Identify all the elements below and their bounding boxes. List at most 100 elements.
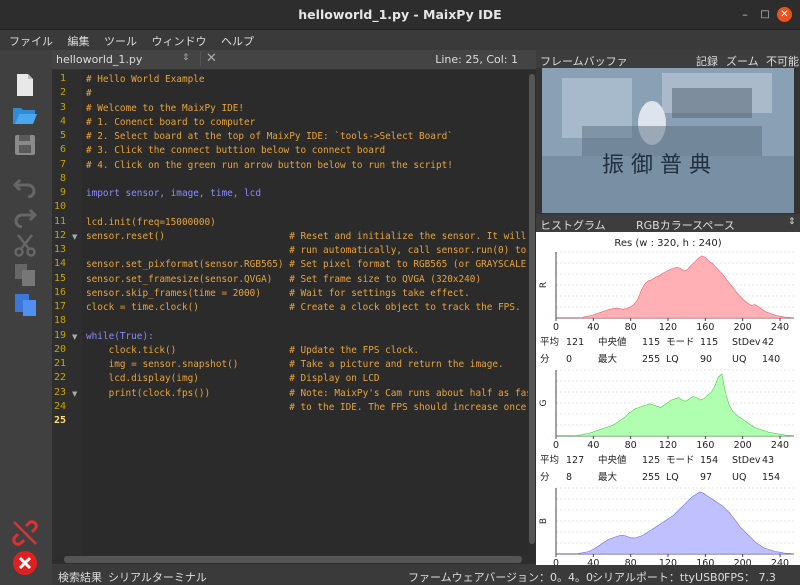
stat-l1: 分	[540, 472, 550, 483]
zoom-button[interactable]: ズーム	[726, 53, 759, 69]
stat-l4: UQ	[732, 354, 746, 365]
stat-v3: 154	[700, 455, 718, 466]
menu-edit[interactable]: 編集	[68, 30, 90, 49]
horizontal-scrollbar[interactable]	[52, 555, 536, 564]
stat-v4: 154	[762, 472, 780, 483]
menu-tools[interactable]: ツール	[104, 30, 137, 49]
menu-help[interactable]: ヘルプ	[221, 30, 254, 49]
vertical-scrollbar[interactable]	[528, 70, 536, 555]
tick-label: 0	[553, 558, 559, 565]
new-file-icon[interactable]	[12, 72, 38, 98]
tab-close-icon[interactable]: ✕	[200, 51, 217, 66]
tick-label: 80	[625, 440, 637, 451]
stat-l2: 中央値	[598, 454, 627, 466]
histogram-chart: Res (w : 320, h : 240)R0 40 80 120 160 200 240…	[539, 238, 795, 584]
firmware-version: ファームウェアバージョン：0。4。0	[408, 571, 594, 584]
code-line[interactable]: clock.tick() # Update the FPS clock.	[86, 345, 419, 356]
code-line[interactable]: lcd.init(freq=15000000)	[86, 217, 216, 228]
line-number: 20	[53, 343, 66, 355]
tick-label: 240	[771, 440, 789, 451]
code-editor[interactable]: # Hello World Example # # Welcome to the M…	[82, 70, 528, 555]
code-line[interactable]: #	[86, 88, 92, 99]
fold-marker-icon[interactable]: ▼	[72, 233, 77, 241]
image-text: 振 御 普 典	[602, 153, 711, 178]
stat-l2: 最大	[598, 471, 618, 483]
right-panel: フレームバッファ 記録 ズーム 不可能 振 御 普 典 ヒストグラム RGBカラ…	[536, 50, 800, 584]
histogram-area	[556, 255, 795, 319]
code-line[interactable]: # Hello World Example	[86, 74, 205, 85]
fold-marker-icon[interactable]: ▼	[72, 333, 77, 341]
stat-v4: 140	[762, 354, 780, 365]
stat-v1: 121	[566, 337, 584, 348]
tab-switch-icon[interactable]: ⇕	[182, 53, 190, 63]
channel-label: G	[539, 399, 549, 406]
tick-label: 0	[553, 440, 559, 451]
save-icon[interactable]	[12, 132, 38, 158]
line-number: 17	[53, 301, 66, 312]
cut-icon[interactable]	[12, 232, 38, 258]
line-number: 7	[59, 158, 66, 170]
stop-icon[interactable]	[12, 550, 38, 576]
line-number: 8	[59, 172, 66, 184]
tick-label: 40	[587, 440, 599, 451]
code-line[interactable]: # 2. Select board at the top of MaixPy I…	[86, 131, 453, 142]
histogram-panel: Res (w : 320, h : 240) R 0 40 80 120 160 200 240…	[536, 232, 800, 584]
code-line[interactable]: # 4. Click on the green run arrow button…	[86, 160, 453, 171]
copy-icon[interactable]	[12, 262, 38, 288]
scroll-thumb[interactable]	[64, 556, 522, 563]
code-line[interactable]: while(True):	[86, 331, 154, 342]
menu-bar: ファイル 編集 ツール ウィンドウ ヘルプ	[0, 30, 800, 50]
tick-label: 240	[771, 558, 789, 565]
code-line[interactable]: sensor.reset() # Reset and initialize th…	[86, 231, 526, 242]
record-button[interactable]: 記録	[696, 53, 718, 69]
tick-label: 160	[696, 440, 714, 451]
code-line[interactable]: # Welcome to the MaixPy IDE!	[86, 103, 244, 114]
tick-label: 200	[734, 322, 752, 333]
framebuffer-image: 振 御 普 典	[542, 68, 794, 213]
disconnect-icon[interactable]	[12, 520, 38, 546]
code-line[interactable]: clock = time.clock() # Create a clock ob…	[86, 302, 521, 313]
stat-v1: 0	[566, 354, 572, 365]
code-line[interactable]: import sensor, image, time, lcd	[86, 188, 261, 199]
menu-file[interactable]: ファイル	[9, 30, 53, 49]
tick-label: 120	[659, 440, 677, 451]
close-button[interactable]: ✕	[777, 7, 792, 22]
open-folder-icon[interactable]	[12, 102, 38, 128]
stat-v1: 127	[566, 455, 584, 466]
colorspace-select[interactable]: RGBカラースペース	[636, 217, 735, 233]
disable-button[interactable]: 不可能	[766, 53, 799, 69]
stat-l3: LQ	[666, 472, 679, 483]
code-line[interactable]: print(clock.fps()) # Note: MaixPy's Cam …	[86, 388, 528, 399]
title-bar: helloworld_1.py - MaixPy IDE – □ ✕	[0, 0, 800, 30]
channel-label: R	[539, 282, 549, 288]
undo-icon[interactable]	[12, 172, 38, 198]
minimize-button[interactable]: –	[738, 8, 752, 22]
stat-v1: 8	[566, 472, 572, 483]
code-line[interactable]: lcd.display(img) # Display on LCD	[86, 373, 380, 384]
editor-tab-bar: helloworld_1.py ⇕ ✕ Line: 25, Col: 1	[52, 50, 536, 70]
maximize-button[interactable]: □	[758, 8, 772, 22]
colorspace-dropdown-icon[interactable]: ⇕	[788, 217, 796, 227]
menu-window[interactable]: ウィンドウ	[152, 30, 207, 49]
tick-label: 160	[696, 558, 714, 565]
line-number: 11	[53, 215, 66, 227]
scroll-thumb[interactable]	[529, 74, 535, 544]
tab-helloworld[interactable]: helloworld_1.py	[56, 53, 142, 66]
code-line[interactable]: # to the IDE. The FPS should increase on…	[86, 402, 528, 413]
code-line[interactable]: sensor.set_pixformat(sensor.RGB565) # Se…	[86, 259, 528, 270]
fold-marker-icon[interactable]: ▼	[72, 390, 77, 398]
stat-l2: 最大	[598, 353, 618, 365]
stat-v4: 43	[762, 455, 774, 466]
code-line[interactable]: img = sensor.snapshot() # Take a picture…	[86, 359, 504, 370]
paste-icon[interactable]	[12, 292, 38, 318]
tick-label: 0	[553, 322, 559, 333]
stat-l3: モード	[666, 455, 695, 466]
search-results-tab[interactable]: 検索結果	[58, 569, 102, 585]
code-line[interactable]: # run automatically, call sensor.run(0) …	[86, 245, 528, 256]
code-line[interactable]: # 3. Click the connect buttion below to …	[86, 145, 385, 156]
code-line[interactable]: sensor.set_framesize(sensor.QVGA) # Set …	[86, 274, 481, 285]
code-line[interactable]: # 1. Conenct board to computer	[86, 117, 255, 128]
redo-icon[interactable]	[12, 202, 38, 228]
serial-terminal-tab[interactable]: シリアルターミナル	[108, 569, 207, 585]
code-line[interactable]: sensor.skip_frames(time = 2000) # Wait f…	[86, 288, 470, 299]
